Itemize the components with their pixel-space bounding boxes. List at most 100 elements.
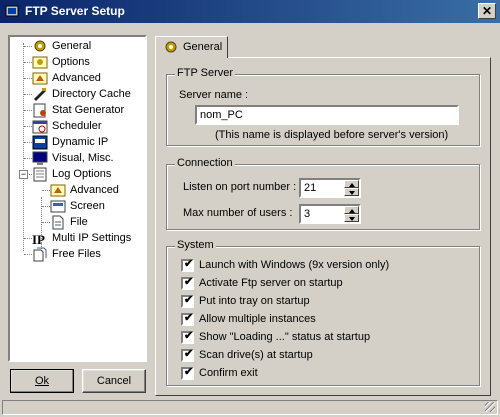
checkbox-label: Show "Loading ..." status at startup (199, 331, 371, 343)
ftp-setup-window: FTP Server Setup ✕ General Options Advan… (0, 0, 500, 417)
max-users-value: 3 (304, 208, 311, 220)
check-icon: ✔ (184, 312, 194, 324)
check-icon: ✔ (184, 294, 194, 306)
checkbox-label: Launch with Windows (9x version only) (199, 259, 390, 271)
tree-connector (24, 46, 32, 47)
spin-up-button[interactable] (344, 180, 359, 188)
checkbox[interactable]: ✔ (181, 312, 194, 326)
gear-icon (34, 40, 46, 52)
tree-item-label: General (52, 40, 92, 52)
tree-item-label: Screen (70, 200, 105, 212)
files-icon (33, 247, 47, 262)
ftp-app-icon (5, 5, 19, 17)
tree-item-label: Free Files (52, 248, 101, 260)
monitor-icon (32, 151, 48, 165)
checkbox-label: Allow multiple instances (199, 313, 316, 325)
advanced-icon (32, 72, 48, 85)
dynamic-ip-icon (32, 135, 48, 150)
checkbox[interactable]: ✔ (181, 294, 194, 308)
tree-connector (42, 206, 50, 207)
tree-connector (24, 254, 32, 255)
tree-item-label: Dynamic IP (52, 136, 109, 148)
checkbox[interactable]: ✔ (181, 276, 194, 290)
max-users-label: Max number of users : (183, 207, 293, 219)
tree-connector (24, 62, 32, 63)
tree-item-label: Stat Generator (52, 104, 125, 116)
check-icon: ✔ (184, 258, 194, 270)
tree-connector (24, 78, 32, 79)
checkbox[interactable]: ✔ (181, 258, 194, 272)
cache-icon (34, 88, 46, 101)
tree-connector (23, 43, 24, 251)
checkbox[interactable]: ✔ (181, 348, 194, 362)
tree-connector (24, 158, 32, 159)
tree-item-label: Advanced (70, 184, 119, 196)
status-bar (2, 400, 498, 415)
collapse-icon: − (20, 169, 27, 179)
arrow-down-icon (349, 217, 355, 221)
max-users-stepper[interactable]: 3 (299, 204, 361, 224)
ok-button-label: Ok (34, 375, 50, 387)
port-label: Listen on port number : (183, 181, 297, 193)
tree-connector (24, 142, 32, 143)
options-icon (32, 56, 48, 69)
window-title: FTP Server Setup (25, 4, 125, 18)
max-users-stepper-buttons (344, 206, 359, 222)
server-name-value: nom_PC (200, 109, 243, 121)
gear-icon (165, 41, 177, 53)
log-options-expander[interactable]: − (19, 170, 28, 179)
file-icon (52, 215, 64, 230)
ftp-server-group: FTP Server Server name : nom_PC (This na… (166, 67, 480, 146)
resize-grip-icon[interactable] (485, 402, 495, 412)
arrow-up-icon (349, 183, 355, 187)
checkbox-label: Scan drive(s) at startup (199, 349, 313, 361)
check-icon: ✔ (184, 276, 194, 288)
check-icon: ✔ (184, 330, 194, 342)
port-stepper[interactable]: 21 (299, 178, 361, 198)
server-name-input[interactable]: nom_PC (195, 105, 459, 125)
port-stepper-buttons (344, 180, 359, 196)
ok-button[interactable]: Ok (10, 369, 74, 393)
group-title: Connection (175, 157, 235, 169)
check-icon: ✔ (184, 348, 194, 360)
server-name-hint: (This name is displayed before server's … (215, 129, 449, 141)
tree-connector (42, 190, 50, 191)
checkbox[interactable]: ✔ (181, 366, 194, 380)
close-button[interactable]: ✕ (478, 3, 496, 19)
tree-item-label: Scheduler (52, 120, 102, 132)
tree-item-label: File (70, 216, 88, 228)
tab-general[interactable]: General (155, 36, 228, 58)
tree-connector (24, 110, 32, 111)
checkbox-label: Put into tray on startup (199, 295, 310, 307)
tree-item-label: Visual, Misc. (52, 152, 114, 164)
server-name-label: Server name : (179, 89, 249, 101)
cancel-button-label: Cancel (96, 375, 132, 387)
arrow-up-icon (349, 209, 355, 213)
tab-label: General (183, 41, 223, 53)
arrow-down-icon (349, 191, 355, 195)
port-value: 21 (304, 182, 317, 194)
connection-group: Connection Listen on port number : 21 Ma… (166, 157, 480, 230)
tree-item-label: Directory Cache (52, 88, 131, 100)
advanced-icon (50, 184, 66, 197)
svg-text:IP: IP (32, 232, 45, 246)
settings-tree[interactable]: General Options Advanced Directory Cache (8, 35, 147, 362)
spin-down-button[interactable] (344, 214, 359, 222)
tree-connector (24, 126, 32, 127)
checkbox-label: Activate Ftp server on startup (199, 277, 343, 289)
check-icon: ✔ (184, 366, 194, 378)
spin-down-button[interactable] (344, 188, 359, 196)
spin-up-button[interactable] (344, 206, 359, 214)
tree-connector (24, 94, 32, 95)
tree-item-label: Options (52, 56, 90, 68)
tree-item-label: Advanced (52, 72, 101, 84)
tree-connector (24, 238, 32, 239)
cancel-button[interactable]: Cancel (82, 369, 146, 393)
group-title: FTP Server (175, 67, 236, 79)
tree-item-label: Log Options (52, 168, 112, 180)
title-bar[interactable]: FTP Server Setup ✕ (0, 0, 500, 23)
close-icon: ✕ (481, 4, 493, 18)
checkbox[interactable]: ✔ (181, 330, 194, 344)
group-title: System (175, 239, 216, 251)
tree-item-label: Multi IP Settings (52, 232, 132, 244)
